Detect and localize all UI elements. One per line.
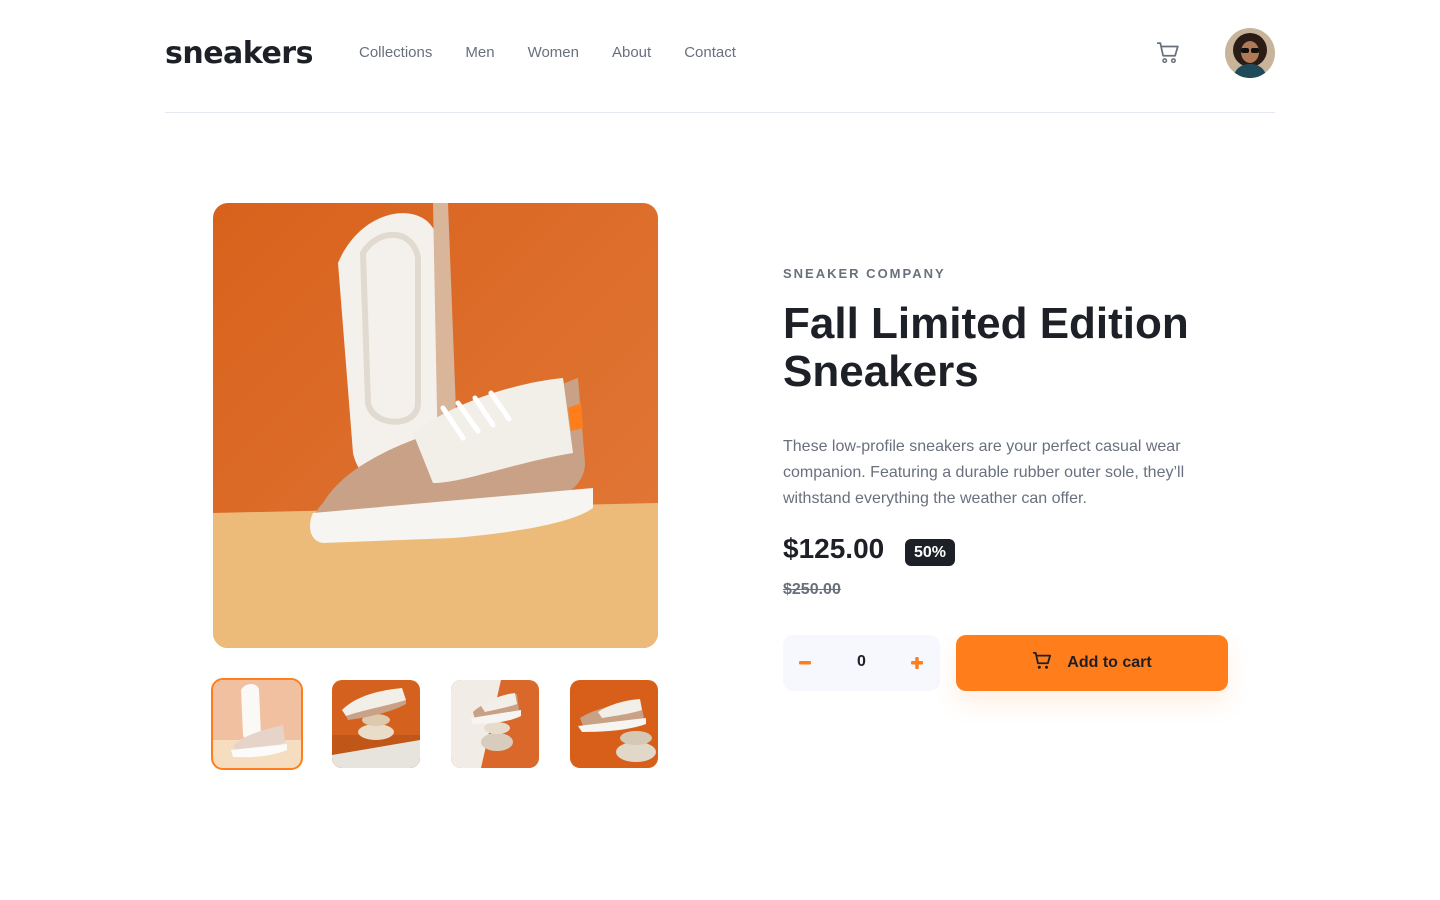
main-nav: Collections Men Women About Contact (359, 44, 736, 61)
add-to-cart-button[interactable]: Add to cart (956, 635, 1228, 691)
site-header: sneakers Collections Men Women About Con… (165, 0, 1275, 113)
logo[interactable]: sneakers (165, 36, 313, 71)
thumbnail-2[interactable] (332, 680, 420, 768)
main-product-image[interactable] (213, 203, 658, 648)
thumbnail-4[interactable] (570, 680, 658, 768)
original-price: $250.00 (783, 581, 841, 598)
cart-icon (1032, 651, 1052, 675)
nav-about[interactable]: About (612, 44, 651, 61)
quantity-stepper: 0 (783, 635, 940, 691)
product-description: These low-profile sneakers are your perf… (783, 438, 1185, 507)
current-price: $125.00 (783, 533, 885, 564)
company-name: SNEAKER COMPANY (783, 266, 946, 281)
user-avatar[interactable] (1225, 28, 1275, 78)
plus-icon[interactable] (911, 653, 923, 673)
nav-contact[interactable]: Contact (684, 44, 736, 61)
nav-women[interactable]: Women (528, 44, 579, 61)
cart-icon[interactable] (1156, 42, 1180, 64)
thumbnail-strip (211, 678, 658, 770)
thumbnail-3[interactable] (451, 680, 539, 768)
add-to-cart-label: Add to cart (1067, 654, 1152, 671)
discount-badge: 50% (905, 539, 956, 566)
nav-collections[interactable]: Collections (359, 44, 432, 61)
nav-men[interactable]: Men (465, 44, 494, 61)
product-title: Fall Limited Edition Sneakers (783, 299, 1189, 396)
thumbnail-1[interactable] (211, 678, 303, 770)
